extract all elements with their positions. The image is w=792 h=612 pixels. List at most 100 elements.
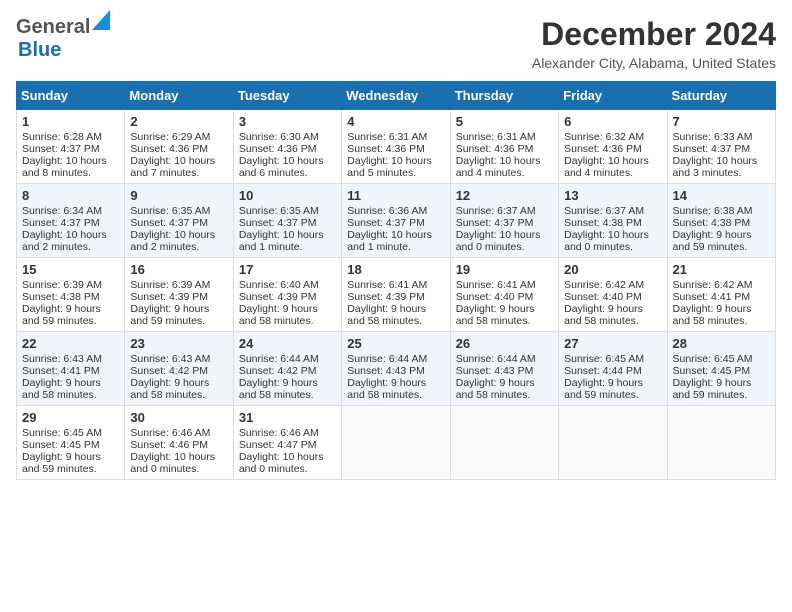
calendar-cell: 24Sunrise: 6:44 AMSunset: 4:42 PMDayligh… — [233, 332, 341, 406]
location-text: Alexander City, Alabama, United States — [532, 55, 776, 71]
col-header-tuesday: Tuesday — [233, 82, 341, 110]
col-header-monday: Monday — [125, 82, 233, 110]
sunrise-text: Sunrise: 6:35 AM — [239, 205, 336, 217]
sunrise-text: Sunrise: 6:39 AM — [130, 279, 227, 291]
calendar-cell: 28Sunrise: 6:45 AMSunset: 4:45 PMDayligh… — [667, 332, 775, 406]
day-number: 31 — [239, 410, 336, 425]
daylight-text: Daylight: 10 hours and 0 minutes. — [564, 229, 661, 253]
day-number: 28 — [673, 336, 770, 351]
day-number: 2 — [130, 114, 227, 129]
sunrise-text: Sunrise: 6:44 AM — [456, 353, 553, 365]
day-number: 30 — [130, 410, 227, 425]
day-number: 23 — [130, 336, 227, 351]
calendar-cell: 18Sunrise: 6:41 AMSunset: 4:39 PMDayligh… — [342, 258, 450, 332]
logo-triangle-icon — [92, 10, 110, 30]
calendar-cell: 7Sunrise: 6:33 AMSunset: 4:37 PMDaylight… — [667, 110, 775, 184]
day-number: 13 — [564, 188, 661, 203]
day-number: 3 — [239, 114, 336, 129]
daylight-text: Daylight: 10 hours and 2 minutes. — [130, 229, 227, 253]
day-number: 24 — [239, 336, 336, 351]
sunrise-text: Sunrise: 6:42 AM — [564, 279, 661, 291]
calendar-cell: 26Sunrise: 6:44 AMSunset: 4:43 PMDayligh… — [450, 332, 558, 406]
daylight-text: Daylight: 10 hours and 4 minutes. — [456, 155, 553, 179]
daylight-text: Daylight: 10 hours and 4 minutes. — [564, 155, 661, 179]
sunrise-text: Sunrise: 6:38 AM — [673, 205, 770, 217]
day-number: 16 — [130, 262, 227, 277]
calendar-cell: 12Sunrise: 6:37 AMSunset: 4:37 PMDayligh… — [450, 184, 558, 258]
daylight-text: Daylight: 10 hours and 5 minutes. — [347, 155, 444, 179]
sunset-text: Sunset: 4:36 PM — [239, 143, 336, 155]
calendar-cell: 3 Sunrise: 6:30 AMSunset: 4:36 PMDaylight… — [233, 110, 341, 184]
sunset-text: Sunset: 4:37 PM — [347, 217, 444, 229]
sunrise-text: Sunrise: 6:41 AM — [456, 279, 553, 291]
sunset-text: Sunset: 4:36 PM — [130, 143, 227, 155]
sunset-text: Sunset: 4:37 PM — [239, 217, 336, 229]
sunrise-text: Sunrise: 6:45 AM — [22, 427, 119, 439]
calendar-cell: 20Sunrise: 6:42 AMSunset: 4:40 PMDayligh… — [559, 258, 667, 332]
sunset-text: Sunset: 4:46 PM — [130, 439, 227, 451]
calendar-cell: 10Sunrise: 6:35 AMSunset: 4:37 PMDayligh… — [233, 184, 341, 258]
day-number: 1 — [22, 114, 119, 129]
sunrise-text: Sunrise: 6:32 AM — [564, 131, 661, 143]
sunrise-text: Sunrise: 6:30 AM — [239, 131, 336, 143]
sunset-text: Sunset: 4:38 PM — [564, 217, 661, 229]
day-number: 7 — [673, 114, 770, 129]
sunrise-text: Sunrise: 6:41 AM — [347, 279, 444, 291]
day-number: 21 — [673, 262, 770, 277]
sunrise-text: Sunrise: 6:37 AM — [456, 205, 553, 217]
sunset-text: Sunset: 4:36 PM — [347, 143, 444, 155]
calendar-table: SundayMondayTuesdayWednesdayThursdayFrid… — [16, 81, 776, 480]
calendar-cell: 19Sunrise: 6:41 AMSunset: 4:40 PMDayligh… — [450, 258, 558, 332]
sunset-text: Sunset: 4:38 PM — [673, 217, 770, 229]
calendar-cell — [450, 406, 558, 480]
sunset-text: Sunset: 4:42 PM — [130, 365, 227, 377]
daylight-text: Daylight: 10 hours and 0 minutes. — [456, 229, 553, 253]
sunrise-text: Sunrise: 6:31 AM — [456, 131, 553, 143]
sunset-text: Sunset: 4:40 PM — [456, 291, 553, 303]
sunset-text: Sunset: 4:37 PM — [456, 217, 553, 229]
calendar-cell: 30Sunrise: 6:46 AMSunset: 4:46 PMDayligh… — [125, 406, 233, 480]
calendar-cell: 23Sunrise: 6:43 AMSunset: 4:42 PMDayligh… — [125, 332, 233, 406]
calendar-week-row: 22Sunrise: 6:43 AMSunset: 4:41 PMDayligh… — [17, 332, 776, 406]
sunrise-text: Sunrise: 6:42 AM — [673, 279, 770, 291]
day-number: 27 — [564, 336, 661, 351]
sunset-text: Sunset: 4:38 PM — [22, 291, 119, 303]
calendar-cell — [559, 406, 667, 480]
calendar-cell: 14Sunrise: 6:38 AMSunset: 4:38 PMDayligh… — [667, 184, 775, 258]
calendar-cell: 21Sunrise: 6:42 AMSunset: 4:41 PMDayligh… — [667, 258, 775, 332]
day-number: 25 — [347, 336, 444, 351]
daylight-text: Daylight: 9 hours and 58 minutes. — [130, 377, 227, 401]
sunset-text: Sunset: 4:39 PM — [347, 291, 444, 303]
sunset-text: Sunset: 4:40 PM — [564, 291, 661, 303]
daylight-text: Daylight: 10 hours and 1 minute. — [347, 229, 444, 253]
calendar-cell: 29Sunrise: 6:45 AMSunset: 4:45 PMDayligh… — [17, 406, 125, 480]
calendar-cell — [342, 406, 450, 480]
day-number: 14 — [673, 188, 770, 203]
month-title: December 2024 — [532, 16, 776, 53]
sunset-text: Sunset: 4:36 PM — [564, 143, 661, 155]
col-header-sunday: Sunday — [17, 82, 125, 110]
sunset-text: Sunset: 4:37 PM — [22, 217, 119, 229]
sunrise-text: Sunrise: 6:33 AM — [673, 131, 770, 143]
sunset-text: Sunset: 4:44 PM — [564, 365, 661, 377]
calendar-cell: 4Sunrise: 6:31 AMSunset: 4:36 PMDaylight… — [342, 110, 450, 184]
sunrise-text: Sunrise: 6:37 AM — [564, 205, 661, 217]
sunset-text: Sunset: 4:45 PM — [22, 439, 119, 451]
sunset-text: Sunset: 4:47 PM — [239, 439, 336, 451]
calendar-cell: 8Sunrise: 6:34 AMSunset: 4:37 PMDaylight… — [17, 184, 125, 258]
calendar-week-row: 8Sunrise: 6:34 AMSunset: 4:37 PMDaylight… — [17, 184, 776, 258]
sunrise-text: Sunrise: 6:29 AM — [130, 131, 227, 143]
day-number: 4 — [347, 114, 444, 129]
sunset-text: Sunset: 4:39 PM — [130, 291, 227, 303]
day-number: 5 — [456, 114, 553, 129]
calendar-week-row: 1Sunrise: 6:28 AMSunset: 4:37 PMDaylight… — [17, 110, 776, 184]
daylight-text: Daylight: 9 hours and 59 minutes. — [564, 377, 661, 401]
day-number: 26 — [456, 336, 553, 351]
sunrise-text: Sunrise: 6:39 AM — [22, 279, 119, 291]
sunrise-text: Sunrise: 6:46 AM — [130, 427, 227, 439]
sunset-text: Sunset: 4:43 PM — [347, 365, 444, 377]
calendar-cell: 17Sunrise: 6:40 AMSunset: 4:39 PMDayligh… — [233, 258, 341, 332]
calendar-cell: 13 Sunrise: 6:37 AMSunset: 4:38 PMDayligh… — [559, 184, 667, 258]
daylight-text: Daylight: 10 hours and 6 minutes. — [239, 155, 336, 179]
sunset-text: Sunset: 4:37 PM — [22, 143, 119, 155]
